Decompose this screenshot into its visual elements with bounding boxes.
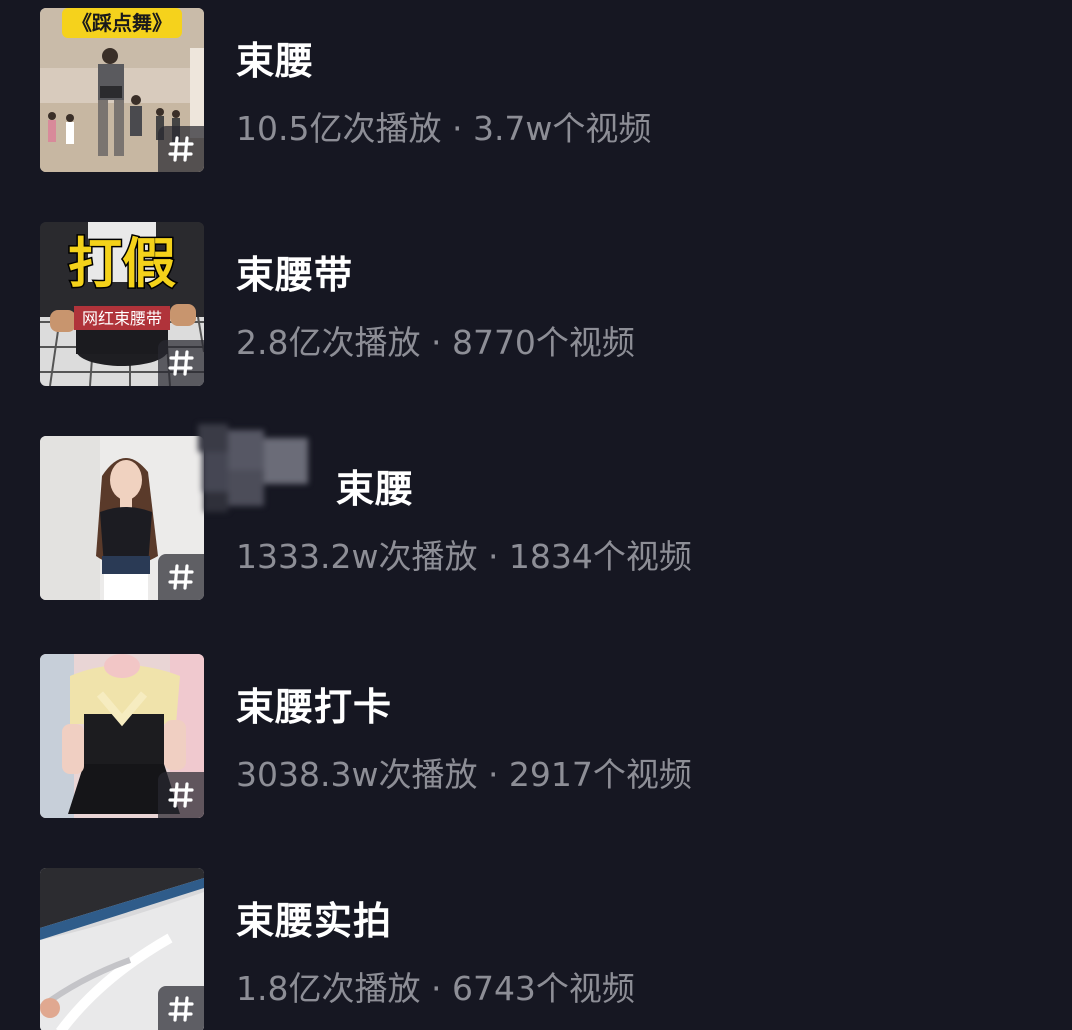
topic-thumbnail[interactable]: 《踩点舞》 <box>40 8 204 172</box>
topic-item[interactable]: 打假 网红束腰带 束腰带 2.8亿次播放 · 8770个视频 <box>40 222 1040 386</box>
hashtag-badge-icon <box>158 772 204 818</box>
topic-thumbnail[interactable] <box>40 868 204 1030</box>
topic-title: 束腰 <box>336 467 415 511</box>
topic-title: 束腰带 <box>236 253 354 297</box>
thumb-caption: 《踩点舞》 <box>72 11 172 35</box>
topic-stats: 1333.2w次播放 · 1834个视频 <box>236 537 692 576</box>
topic-item[interactable]: 《踩点舞》 束腰 10.5亿次播放 · 3.7w个视频 <box>40 8 1040 172</box>
topic-title: 束腰实拍 <box>236 899 393 943</box>
thumb-subcaption: 网红束腰带 <box>82 309 162 328</box>
topic-stats: 2.8亿次播放 · 8770个视频 <box>236 323 635 362</box>
topic-item[interactable]: 束腰实拍 1.8亿次播放 · 6743个视频 <box>40 868 1040 1030</box>
hashtag-badge-icon <box>158 986 204 1030</box>
hashtag-badge-icon <box>158 126 204 172</box>
topic-stats: 10.5亿次播放 · 3.7w个视频 <box>236 109 652 148</box>
mosaic-mask <box>198 424 308 512</box>
topic-thumbnail[interactable] <box>40 654 204 818</box>
topic-title: 束腰打卡 <box>236 685 393 729</box>
topic-thumbnail[interactable] <box>40 436 204 600</box>
topic-stats: 1.8亿次播放 · 6743个视频 <box>236 969 635 1008</box>
hashtag-badge-icon <box>158 340 204 386</box>
hashtag-badge-icon <box>158 554 204 600</box>
topic-thumbnail[interactable]: 打假 网红束腰带 <box>40 222 204 386</box>
topic-item[interactable]: 束腰打卡 3038.3w次播放 · 2917个视频 <box>40 654 1040 818</box>
topic-title: 束腰 <box>236 39 315 83</box>
topic-list: 《踩点舞》 束腰 10.5亿次播放 · 3.7w个视频 打假 网红束腰带 束腰带… <box>0 0 1072 1030</box>
topic-stats: 3038.3w次播放 · 2917个视频 <box>236 755 692 794</box>
topic-item[interactable]: 束腰 1333.2w次播放 · 1834个视频 <box>40 424 1040 600</box>
thumb-caption: 打假 <box>68 232 176 295</box>
